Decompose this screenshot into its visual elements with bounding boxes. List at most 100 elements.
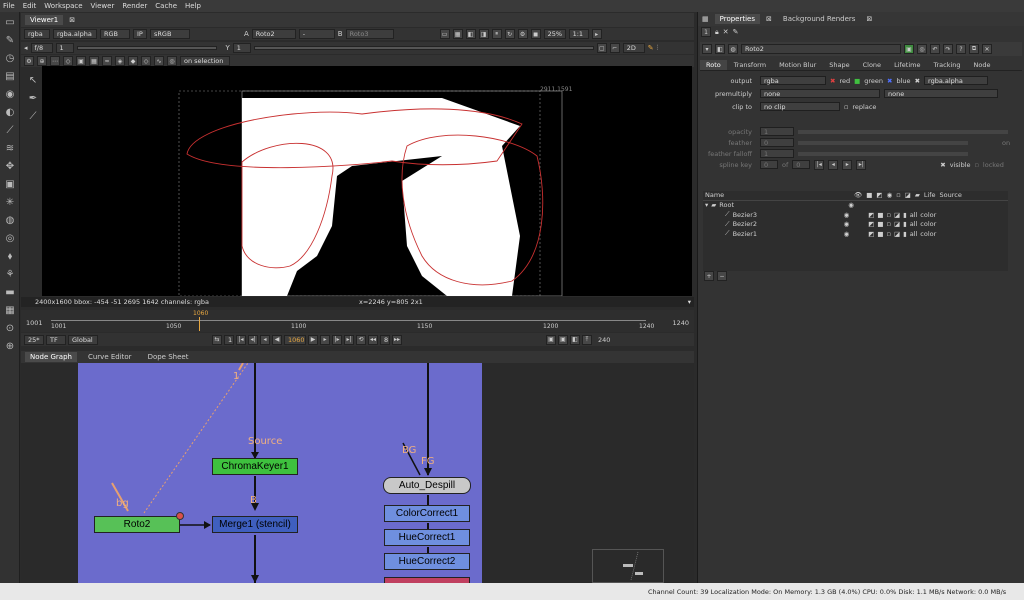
node-tint-icon[interactable]: ◎ (917, 44, 927, 54)
label-points-icon[interactable]: ⋯ (50, 56, 60, 66)
pointer-tool-icon[interactable]: ▭ (2, 14, 18, 30)
wipe-op-select[interactable]: - (298, 29, 335, 39)
menu-render[interactable]: Render (122, 2, 147, 10)
menu-viewer[interactable]: Viewer (91, 2, 115, 10)
color-swatch-icon[interactable]: ■ (877, 230, 883, 238)
collapse-icon[interactable]: ▾ (702, 44, 712, 54)
panel-menu-icon[interactable]: ▦ (702, 15, 709, 23)
close-icon[interactable]: ⊠ (69, 16, 75, 24)
float-node-icon[interactable]: ⧉ (969, 44, 979, 54)
keyer-tool-icon[interactable]: ⟋ (2, 122, 18, 138)
tab-transform[interactable]: Transform (728, 60, 772, 70)
gain-slider[interactable] (76, 46, 217, 50)
tab-roto[interactable]: Roto (700, 59, 727, 70)
prev-button-icon[interactable]: ◂ (828, 159, 839, 170)
green-check-icon[interactable]: ■ (854, 77, 860, 85)
falloff-slider[interactable] (798, 151, 968, 156)
source-header[interactable]: Source (940, 191, 962, 199)
render-icon[interactable]: ◼ (530, 29, 541, 39)
cache-icon[interactable]: ◧ (570, 334, 580, 345)
node-graph[interactable]: Source B bg 1 BG FG ChromaKeyer1 Roto2 M… (78, 363, 482, 583)
tab-lifetime[interactable]: Lifetime (888, 60, 926, 70)
gamma-slider[interactable] (253, 46, 594, 50)
brush-tool-icon[interactable]: ⟋ (25, 108, 41, 124)
fps-select[interactable]: 25* (24, 334, 44, 345)
clipto-select[interactable]: no clip (760, 102, 840, 111)
close-node-icon[interactable]: ✕ (982, 44, 992, 54)
roto-settings-icon[interactable]: ⚙ (24, 56, 34, 66)
close-icon[interactable]: ⊠ (866, 15, 872, 23)
lock-icon[interactable]: ▸ (591, 29, 602, 39)
camera-icon[interactable]: ⌐ (609, 43, 620, 53)
other-tool-icon[interactable]: ▬ (2, 284, 18, 300)
filter-tool-icon[interactable]: ◐ (2, 104, 18, 120)
prev-key-button-icon[interactable]: |◂ (814, 159, 825, 170)
name-header[interactable]: Name (705, 191, 850, 199)
paint-brush-icon[interactable]: ✎ (648, 44, 654, 52)
clear-panels-icon[interactable]: ✕ (723, 28, 729, 36)
tab-background-renders[interactable]: Background Renders (778, 14, 861, 24)
huecorrect1-node[interactable]: HueCorrect1 (384, 529, 470, 546)
colorcorrect1-node[interactable]: ColorCorrect1 (384, 505, 470, 522)
overlay-icon[interactable]: ▫ (887, 211, 891, 219)
channels-select[interactable]: rgba (24, 29, 50, 39)
color-swatch-icon[interactable]: ■ (877, 211, 883, 219)
tab-shape[interactable]: Shape (823, 60, 855, 70)
visible-icon[interactable]: ◉ (848, 201, 854, 209)
loop-icon[interactable]: ⟲ (356, 334, 366, 345)
blend-column-icon[interactable]: ◪ (905, 191, 911, 199)
next-key-button-icon[interactable]: ▸| (856, 159, 867, 170)
fstop-field[interactable]: f/8 (30, 43, 53, 53)
max-panels-field[interactable]: 1 (701, 27, 711, 37)
blend-icon[interactable]: ◪ (894, 220, 900, 228)
menu-cache[interactable]: Cache (155, 2, 177, 10)
timeline-track[interactable] (51, 316, 646, 321)
menu-workspace[interactable]: Workspace (44, 2, 82, 10)
show-box-icon[interactable]: ▣ (76, 56, 86, 66)
layer-row-bezier2[interactable]: ⟋ Bezier2 ◉ ◩ ■ ▫ ◪ ▮ all color (703, 220, 1008, 230)
float-icon[interactable]: ✎ (733, 28, 739, 36)
auto-despill-node[interactable]: Auto_Despill (383, 477, 471, 494)
jump-back-icon[interactable]: ◂◂ (368, 334, 378, 345)
next-button-icon[interactable]: ▸ (842, 159, 853, 170)
merge-tool-icon[interactable]: ≋ (2, 140, 18, 156)
visible-icon[interactable]: ◉ (844, 220, 850, 228)
zoom-select[interactable]: 25% (543, 29, 566, 39)
feather-slider[interactable] (798, 140, 968, 145)
close-icon[interactable]: ⊠ (766, 15, 772, 23)
ratio-select[interactable]: 1:1 (568, 29, 589, 39)
overlay-column-icon[interactable]: ▫ (896, 191, 900, 199)
out-point-icon[interactable]: ▣ (558, 334, 568, 345)
invert-icon[interactable]: ◩ (868, 220, 874, 228)
views-tool-icon[interactable]: ◎ (2, 230, 18, 246)
alpha-check-icon[interactable]: ✖ (915, 77, 920, 85)
roi-icon[interactable]: ▭ (439, 29, 450, 39)
tab-node[interactable]: Node (968, 60, 997, 70)
jump-forward-icon[interactable]: ▸▸ (392, 334, 402, 345)
onion-skin-icon[interactable]: ◎ (167, 56, 177, 66)
replace-checkbox[interactable]: ▫ (844, 103, 848, 111)
menu-help[interactable]: Help (185, 2, 201, 10)
tab-clone[interactable]: Clone (857, 60, 887, 70)
lut-select[interactable]: sRGB (150, 29, 190, 39)
opacity-slider[interactable] (798, 129, 1008, 134)
blend-icon[interactable]: ◪ (894, 230, 900, 238)
pause-icon[interactable]: ⏸ (491, 29, 502, 39)
first-frame-icon[interactable]: |◂ (236, 334, 246, 345)
on-selection-select[interactable]: on selection (180, 56, 230, 66)
select-points-icon[interactable]: ⊕ (37, 56, 47, 66)
prev-key-icon[interactable]: ◂| (248, 334, 258, 345)
invert-column-icon[interactable]: ◩ (876, 191, 882, 199)
output-select[interactable]: rgba (760, 76, 826, 85)
opacity-field[interactable]: 1 (760, 127, 794, 136)
of-field[interactable]: 0 (792, 160, 811, 169)
layer-row-root[interactable]: ▾ ▰ Root ◉ (703, 201, 1008, 211)
next-key-icon[interactable]: |▸ (332, 334, 342, 345)
input-a-select[interactable]: Roto2 (251, 29, 296, 39)
clip-warning-icon[interactable]: ◧ (465, 29, 476, 39)
layer-row-bezier3[interactable]: ⟋ Bezier3 ◉ ◩ ■ ▫ ◪ ▮ all color (703, 210, 1008, 220)
input-b-select[interactable]: Roto3 (345, 29, 394, 39)
redo-icon[interactable]: ↷ (943, 44, 953, 54)
node-color-icon[interactable]: ◧ (715, 44, 725, 54)
play-back-icon[interactable]: ◀ (272, 334, 282, 345)
